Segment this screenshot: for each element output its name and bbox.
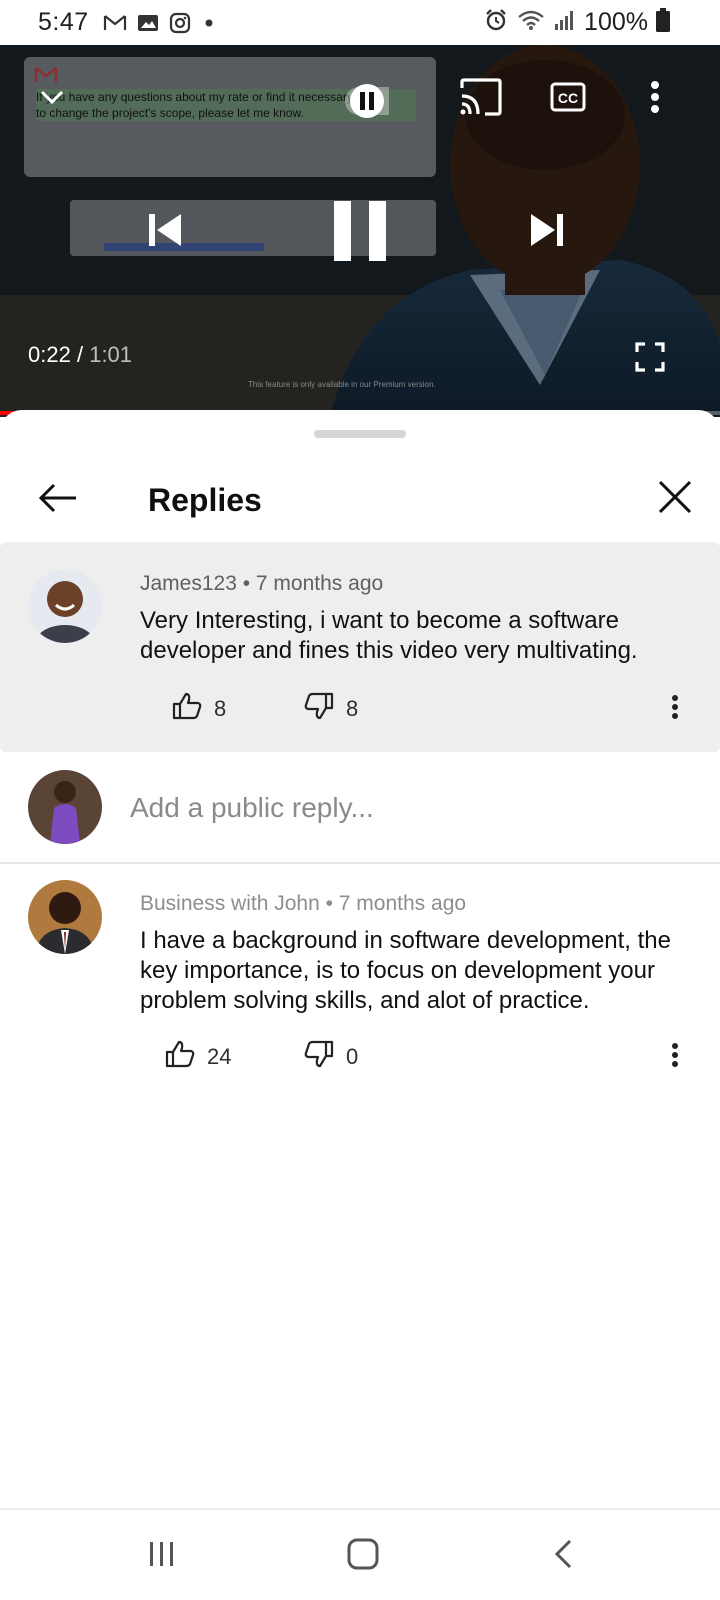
comment-time: 7 months ago	[255, 572, 384, 595]
fullscreen-icon[interactable]	[628, 335, 672, 379]
video-player[interactable]: If you have any questions about my rate …	[0, 45, 720, 417]
previous-icon[interactable]	[140, 205, 190, 255]
current-time: 0:22	[28, 342, 71, 367]
wifi-icon	[516, 8, 546, 37]
add-reply-row	[0, 752, 720, 864]
reply-input[interactable]	[130, 786, 690, 830]
drag-handle[interactable]	[314, 430, 406, 438]
back-arrow-icon[interactable]	[34, 474, 82, 522]
like-count: 24	[207, 1044, 232, 1069]
svg-text:CC: CC	[558, 90, 578, 106]
instagram-icon	[169, 12, 191, 34]
cast-icon[interactable]	[456, 75, 506, 119]
dot-icon	[201, 15, 217, 31]
dislike-button[interactable]: 8	[304, 692, 358, 726]
alarm-icon	[484, 8, 508, 37]
duration: 1:01	[89, 342, 133, 367]
autoplay-toggle[interactable]	[345, 79, 389, 123]
gallery-icon	[137, 13, 159, 33]
comment-more-icon[interactable]	[660, 687, 690, 727]
parent-comment: James123 • 7 months ago Very Interesting…	[0, 542, 720, 752]
reply-comment: Business with John • 7 months ago I have…	[0, 864, 720, 1084]
thumbs-down-icon	[304, 1040, 334, 1074]
like-button[interactable]: 24	[165, 1040, 231, 1074]
avatar[interactable]	[28, 880, 102, 954]
close-icon[interactable]	[650, 472, 700, 522]
minimize-icon[interactable]	[30, 75, 74, 119]
comment-author[interactable]: James123	[140, 572, 237, 595]
captions-icon[interactable]: CC	[546, 75, 590, 119]
signal-icon	[554, 9, 576, 36]
status-time: 5:47	[38, 8, 89, 36]
more-options-icon[interactable]	[640, 75, 670, 119]
replies-sheet: Replies James123 • 7 months ago Very Int…	[0, 410, 720, 1510]
comment-time: 7 months ago	[338, 892, 467, 915]
pause-icon[interactable]	[325, 195, 395, 267]
like-count: 8	[214, 696, 227, 721]
gmail-icon	[103, 13, 127, 33]
sheet-title: Replies	[148, 482, 262, 518]
thumbs-down-icon	[304, 692, 334, 726]
system-back-icon[interactable]	[524, 1524, 604, 1584]
battery-icon	[656, 8, 670, 37]
recent-apps-icon[interactable]	[122, 1524, 202, 1584]
dislike-count: 8	[346, 696, 359, 721]
comment-meta: Business with John • 7 months ago	[140, 892, 466, 916]
dislike-button[interactable]: 0	[304, 1040, 358, 1074]
status-bar: 5:47 100%	[0, 0, 720, 45]
user-avatar	[28, 770, 102, 844]
comment-author[interactable]: Business with John	[140, 892, 320, 915]
avatar[interactable]	[28, 569, 102, 643]
dislike-count: 0	[346, 1044, 359, 1069]
like-button[interactable]: 8	[172, 692, 226, 726]
thumbs-up-icon	[172, 692, 202, 726]
comment-meta: James123 • 7 months ago	[140, 572, 383, 596]
time-separator: /	[76, 342, 84, 367]
home-icon[interactable]	[323, 1524, 403, 1584]
comment-more-icon[interactable]	[660, 1035, 690, 1075]
comment-text: I have a background in software developm…	[140, 927, 671, 1014]
meta-separator: •	[325, 892, 339, 915]
comment-text: Very Interesting, i want to become a sof…	[140, 607, 638, 664]
system-nav-bar	[0, 1508, 720, 1600]
thumbs-up-icon	[165, 1040, 195, 1074]
next-icon[interactable]	[522, 205, 572, 255]
time-readout: 0:22 / 1:01	[28, 342, 132, 368]
battery-percent: 100%	[584, 8, 648, 36]
meta-separator: •	[242, 572, 256, 595]
